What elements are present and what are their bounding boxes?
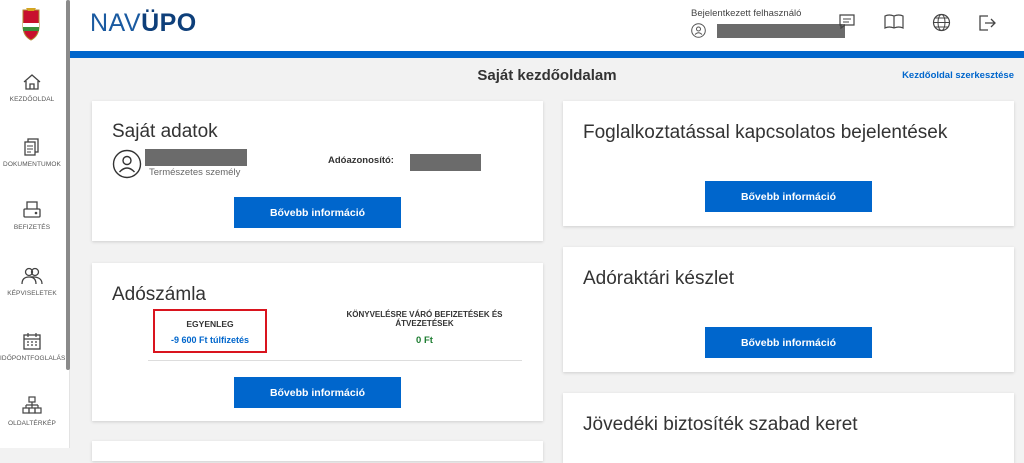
user-name-redacted: [717, 23, 845, 38]
card-title: Adóraktári készlet: [583, 268, 735, 289]
tax-id-label: Adóazonosító:: [328, 155, 394, 166]
card-tax-account: Adószámla EGYENLEG -9 600 Ft túlfizetés …: [92, 263, 543, 421]
card-title: Saját adatok: [112, 121, 218, 142]
logged-in-user: Bejelentkezett felhasználó: [691, 8, 845, 38]
card-excise-guarantee: Jövedéki biztosíték szabad keret: [563, 393, 1014, 463]
user-icon: [691, 23, 706, 38]
sidebar-item-payment[interactable]: BEFIZETÉS: [0, 200, 64, 231]
top-bar: NAVÜPO Bejelentkezett felhasználó: [70, 0, 1024, 51]
brand-logo[interactable]: NAVÜPO: [90, 9, 197, 38]
header-accent-line: [70, 51, 1024, 58]
calendar-icon: [23, 333, 41, 350]
person-icon: [112, 149, 142, 179]
card-title: Adószámla: [112, 284, 206, 305]
tax-account-more-info-button[interactable]: Bővebb információ: [234, 377, 401, 408]
sidebar-item-label: DOKUMENTUMOK: [3, 161, 61, 168]
sidebar-item-label: KÉPVISELETEK: [7, 290, 57, 297]
payment-icon: [23, 201, 41, 218]
warehouse-more-info-button[interactable]: Bővebb információ: [705, 327, 872, 358]
edit-home-link[interactable]: Kezdőoldal szerkesztése: [902, 70, 1014, 81]
own-data-more-info-button[interactable]: Bővebb információ: [234, 197, 401, 228]
divider: [148, 360, 522, 361]
employment-more-info-button[interactable]: Bővebb információ: [705, 181, 872, 212]
pending-value: 0 Ft: [416, 335, 433, 346]
sidebar-item-label: OLDALTÉRKÉP: [8, 420, 56, 427]
person-type: Természetes személy: [149, 167, 241, 178]
home-icon: [23, 74, 41, 90]
card-title: Foglalkoztatással kapcsolatos bejelentés…: [583, 122, 948, 143]
sidebar-item-appointment[interactable]: IDŐPONTFOGLALÁS: [0, 331, 66, 362]
sidebar-item-sitemap[interactable]: OLDALTÉRKÉP: [0, 396, 64, 427]
sidebar-item-documents[interactable]: DOKUMENTUMOK: [0, 137, 64, 168]
sidebar: KEZDŐOLDAL DOKUMENTUMOK BEFIZETÉS KÉPVIS…: [0, 0, 70, 448]
balance-label: EGYENLEG: [186, 319, 234, 329]
sidebar-item-label: KEZDŐOLDAL: [9, 96, 55, 103]
pending-label: KÖNYVELÉSRE VÁRÓ BEFIZETÉSEK ÉS ÁTVEZETÉ…: [346, 310, 503, 328]
card-title: Jövedéki biztosíték szabad keret: [583, 414, 858, 435]
user-label: Bejelentkezett felhasználó: [691, 8, 802, 19]
card-tax-warehouse: Adóraktári készlet Bővebb információ: [563, 247, 1014, 372]
sidebar-item-label: BEFIZETÉS: [13, 224, 51, 231]
people-icon: [21, 267, 43, 285]
balance-highlight-box: EGYENLEG -9 600 Ft túlfizetés: [153, 309, 267, 353]
documents-icon: [24, 138, 39, 156]
coat-of-arms-logo[interactable]: [17, 6, 45, 42]
card-partial: [92, 441, 543, 461]
book-icon[interactable]: [884, 13, 904, 36]
balance-value[interactable]: -9 600 Ft túlfizetés: [155, 335, 265, 345]
message-icon[interactable]: [838, 13, 856, 36]
sidebar-item-representations[interactable]: KÉPVISELETEK: [0, 266, 64, 297]
logout-icon[interactable]: [977, 13, 997, 38]
sitemap-icon: [22, 396, 42, 414]
tax-id-redacted: [410, 154, 481, 171]
page-title: Saját kezdőoldalam: [477, 67, 617, 84]
card-own-data: Saját adatok Természetes személy Adóazon…: [92, 101, 543, 241]
card-employment: Foglalkoztatással kapcsolatos bejelentés…: [563, 101, 1014, 226]
name-redacted: [145, 149, 247, 166]
sidebar-item-home[interactable]: KEZDŐOLDAL: [0, 72, 64, 103]
globe-icon[interactable]: [932, 13, 951, 37]
sidebar-item-label: IDŐPONTFOGLALÁS: [0, 355, 66, 362]
